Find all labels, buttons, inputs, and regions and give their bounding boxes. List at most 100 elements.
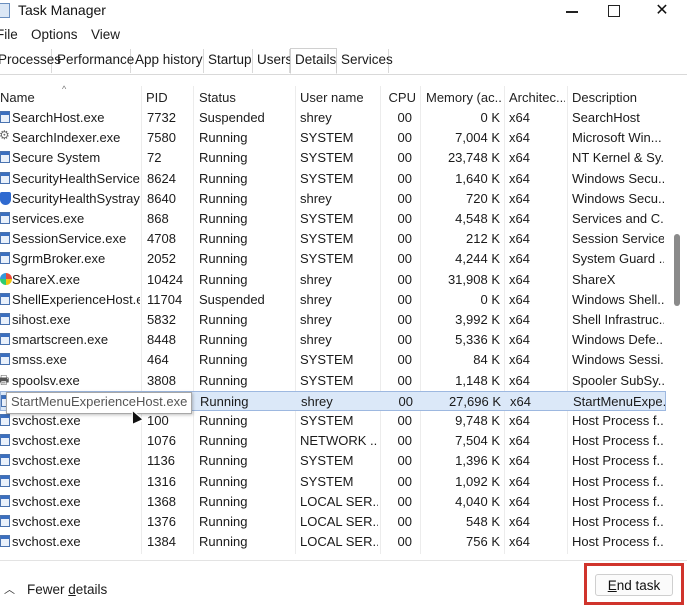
user-name-cell: shrey <box>300 291 332 307</box>
cpu-cell: 00 <box>397 231 412 247</box>
table-row[interactable]: svchost.exe 1316 Running SYSTEM 00 1,092 K x64… <box>0 472 666 492</box>
status-cell: Suspended <box>199 110 265 125</box>
architecture-cell: x64 <box>509 514 530 529</box>
process-name-cell: svchost.exe <box>12 514 81 529</box>
pid-cell: 1376 <box>147 514 176 529</box>
tab-processes[interactable]: Processes <box>0 49 61 73</box>
window-process-icon <box>0 414 10 426</box>
table-row[interactable]: svchost.exe 100 Running SYSTEM 00 9,748 K x64 H… <box>0 411 666 431</box>
window-process-icon <box>0 292 10 305</box>
pid-cell: 1368 <box>147 493 176 509</box>
status-cell: Running <box>199 271 248 287</box>
tab-services[interactable]: Services <box>337 49 393 73</box>
table-row[interactable]: SgrmBroker.exe 2052 Running SYSTEM 00 4,244 K… <box>0 249 666 269</box>
pid-cell: 100 <box>147 413 169 428</box>
column-header-cpu[interactable]: CPU <box>386 90 416 105</box>
column-header-user-name[interactable]: User name <box>300 90 378 105</box>
description-cell: System Guard ... <box>572 251 664 267</box>
column-header-status[interactable]: Status <box>199 90 294 105</box>
table-row[interactable]: svchost.exe 1368 Running LOCAL SER... 00 4,04… <box>0 492 666 512</box>
tab-app-history[interactable]: App history <box>131 49 204 73</box>
table-row[interactable]: SearchHost.exe 7732 Suspended shrey 00 0 K x64… <box>0 108 666 128</box>
table-row[interactable]: ShareX.exe 10424 Running shrey 00 31,908 K x64… <box>0 270 666 290</box>
user-name-cell: shrey <box>300 190 332 206</box>
table-row[interactable]: svchost.exe 1136 Running SYSTEM 00 1,396 K x64… <box>0 451 666 471</box>
description-cell: Windows Shell... <box>572 291 664 307</box>
table-row[interactable]: Secure System 72 Running SYSTEM 00 23,748 K x6… <box>0 148 666 168</box>
process-name-cell: SecurityHealthSystray... <box>12 190 140 206</box>
table-row[interactable]: svchost.exe 1376 Running LOCAL SER... 00 548 … <box>0 512 666 532</box>
pid-cell: 1136 <box>147 453 175 469</box>
process-name-cell: SecurityHealthService... <box>12 170 140 186</box>
maximize-icon <box>608 5 620 17</box>
column-header-pid[interactable]: PID <box>146 90 192 105</box>
description-cell: Windows Sessi... <box>572 352 664 368</box>
user-name-cell: SYSTEM <box>300 473 354 489</box>
tab-startup[interactable]: Startup <box>204 49 253 73</box>
description-cell: Host Process f... <box>572 433 664 449</box>
menu-view[interactable]: View <box>91 27 120 42</box>
table-row[interactable]: SecurityHealthSystray... 8640 Running shrey… <box>0 189 666 209</box>
table-row[interactable]: svchost.exe 1384 Running LOCAL SER... 00 756 … <box>0 532 666 552</box>
user-name-cell: SYSTEM <box>300 130 354 146</box>
fewer-details-link[interactable]: ︿ Fewer details <box>4 581 107 597</box>
table-row[interactable]: ShellExperienceHost.e... 11704 Suspended sh… <box>0 290 666 310</box>
minimize-icon <box>566 11 578 13</box>
table-row[interactable]: SearchIndexer.exe 7580 Running SYSTEM 00 7,00… <box>0 128 666 148</box>
cpu-cell: 00 <box>397 150 412 166</box>
vertical-scrollbar[interactable] <box>673 86 681 554</box>
end-task-button[interactable]: End task <box>595 574 673 596</box>
table-row[interactable]: services.exe 868 Running SYSTEM 00 4,548 K x64… <box>0 209 666 229</box>
pid-cell: 868 <box>147 211 169 226</box>
table-row[interactable]: SecurityHealthService... 8624 Running SYSTE… <box>0 169 666 189</box>
process-name-cell: svchost.exe <box>12 433 81 449</box>
scrollbar-thumb[interactable] <box>674 234 680 306</box>
column-header-architecture[interactable]: Architec... <box>509 90 565 105</box>
process-name-cell: sihost.exe <box>12 312 71 327</box>
minimize-button[interactable] <box>550 0 594 22</box>
user-name-cell: LOCAL SER... <box>300 534 378 550</box>
memory-cell: 1,396 K <box>455 453 500 469</box>
architecture-cell: x64 <box>509 291 530 307</box>
column-header-memory[interactable]: Memory (ac... <box>426 90 502 105</box>
description-cell: StartMenuExpe... <box>573 393 665 409</box>
pid-cell: 7732 <box>147 110 176 125</box>
memory-cell: 4,548 K <box>455 211 500 226</box>
table-row[interactable]: sihost.exe 5832 Running shrey 00 3,992 K x64 Sh… <box>0 310 666 330</box>
description-cell: Shell Infrastruc... <box>572 312 664 327</box>
close-button[interactable]: ✕ <box>640 0 684 22</box>
cpu-cell: 00 <box>397 312 412 327</box>
maximize-button[interactable] <box>592 0 636 22</box>
tab-details[interactable]: Details <box>290 48 337 74</box>
pid-cell: 72 <box>147 150 162 166</box>
column-header-description[interactable]: Description <box>572 90 664 105</box>
table-row[interactable]: spoolsv.exe 3808 Running SYSTEM 00 1,148 K x64… <box>0 371 666 392</box>
pid-cell: 2052 <box>147 251 176 267</box>
description-cell: Host Process f... <box>572 493 664 509</box>
architecture-cell: x64 <box>509 130 530 146</box>
architecture-cell: x64 <box>510 393 531 409</box>
architecture-cell: x64 <box>509 433 530 449</box>
table-row[interactable]: smss.exe 464 Running SYSTEM 00 84 K x64 Windows… <box>0 350 666 370</box>
tab-performance[interactable]: Performance <box>53 49 134 73</box>
status-cell: Running <box>199 453 248 469</box>
close-icon: ✕ <box>655 2 669 19</box>
process-name-cell: smss.exe <box>12 352 67 368</box>
tab-users[interactable]: Users <box>253 49 292 73</box>
sharex-process-icon <box>0 272 12 285</box>
menu-file[interactable]: File <box>0 27 18 42</box>
chevron-up-icon: ︿ <box>4 584 15 596</box>
table-row[interactable]: smartscreen.exe 8448 Running shrey 00 5,336 K… <box>0 330 666 350</box>
status-cell: Running <box>199 433 248 449</box>
process-name-tooltip: StartMenuExperienceHost.exe <box>6 392 193 414</box>
process-name-cell: svchost.exe <box>12 453 81 469</box>
memory-cell: 7,004 K <box>455 130 500 146</box>
cpu-cell: 00 <box>397 534 412 550</box>
window-title: Task Manager <box>18 2 106 18</box>
menu-options[interactable]: Options <box>31 27 78 42</box>
window-process-icon <box>0 515 10 527</box>
table-row[interactable]: SessionService.exe 4708 Running SYSTEM 00 212… <box>0 229 666 249</box>
column-header-name[interactable]: Name <box>0 90 138 105</box>
table-row[interactable]: svchost.exe 1076 Running NETWORK ... 00 7,504… <box>0 431 666 451</box>
architecture-cell: x64 <box>509 271 530 287</box>
